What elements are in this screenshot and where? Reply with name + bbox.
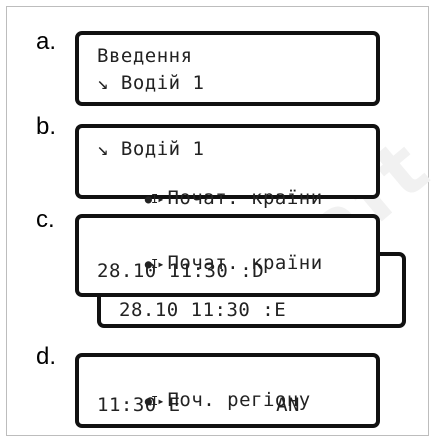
display-line-2: ↘ Водій 1 [97, 72, 205, 94]
step-a-letter: a. [36, 28, 57, 55]
insert-card-icon: ●I▸ [144, 191, 165, 206]
display-step-a: Введення ↘ Водій 1 [75, 31, 380, 106]
display-line-1: ↘ Водій 1 [97, 138, 205, 160]
display-line-1: Введення [97, 45, 193, 67]
display-step-b: ↘ Водій 1 ●I▸ Почат. країни [75, 124, 380, 209]
display-line-2: 11:30 E AN [97, 394, 300, 416]
display-step-c: ●I▸ Почат. країни 28.10 11:30 :D [75, 214, 380, 297]
display-line-text: Почат. країни [167, 187, 323, 209]
step-d-letter: d. [36, 343, 57, 370]
step-c-letter: c. [36, 206, 55, 233]
step-b-letter: b. [36, 113, 57, 140]
display-line-secondary: 28.10 11:30 :E [119, 299, 287, 321]
display-line-2: 28.10 11:30 :D [97, 260, 265, 282]
display-step-d: ●I▸ Поч. регіону 11:30 E AN [75, 353, 380, 428]
